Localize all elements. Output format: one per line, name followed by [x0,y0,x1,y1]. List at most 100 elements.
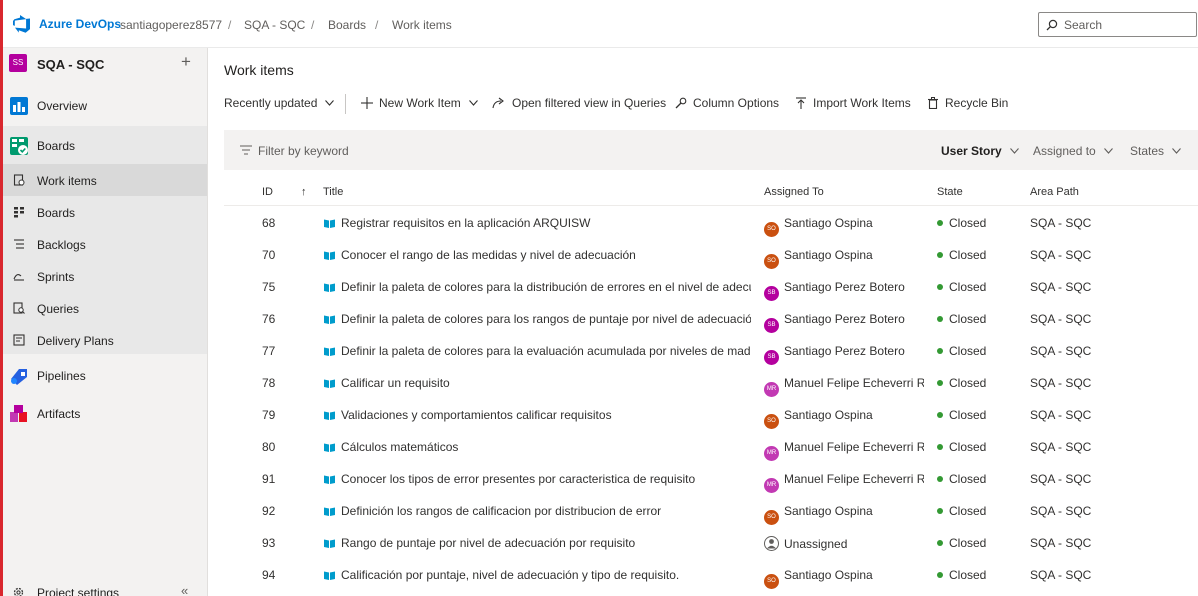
assignee-avatar: MR [764,478,779,493]
column-header-title[interactable]: Title [323,186,343,198]
filter-keyword-input[interactable] [258,142,558,159]
sort-ascending-icon[interactable]: ↑ [301,186,307,198]
breadcrumb-boards[interactable]: Boards [328,18,366,32]
sidebar-item-label: Delivery Plans [37,334,114,348]
assignee-name: Santiago Ospina [784,248,873,262]
search-input[interactable] [1064,16,1192,34]
sidebar-item-boards-sub[interactable]: Boards [3,196,207,228]
add-icon[interactable]: + [181,52,191,72]
board-grid-icon [14,207,24,218]
column-options-button[interactable]: Column Options [675,96,779,110]
sidebar-item-pipelines[interactable]: Pipelines [3,356,207,394]
work-item-title[interactable]: Calificar un requisito [324,376,751,390]
table-row[interactable]: 75 Definir la paleta de colores para la d… [224,270,1198,302]
user-story-icon [324,251,335,260]
work-item-title[interactable]: Registrar requisitos en la aplicación AR… [324,216,751,230]
sidebar-item-delivery-plans[interactable]: Delivery Plans [3,324,207,356]
work-item-title[interactable]: Definición los rangos de calificacion po… [324,504,751,518]
table-row[interactable]: 91 Conocer los tipos de error presentes p… [224,462,1198,494]
state-closed-icon [937,284,943,290]
backlogs-icon [14,239,24,249]
work-item-title-text: Calificar un requisito [341,376,450,390]
breadcrumb-separator: / [228,18,232,32]
sidebar-item-queries[interactable]: Queries [3,292,207,324]
work-item-title[interactable]: Definir la paleta de colores para los ra… [324,312,751,326]
assigned-to-filter[interactable]: Assigned to [1033,144,1113,158]
work-item-title[interactable]: Cálculos matemáticos [324,440,751,454]
breadcrumb-project[interactable]: SQA - SQC [244,18,305,32]
table-row[interactable]: 92 Definición los rangos de calificacion … [224,494,1198,526]
state-label: Closed [949,312,987,326]
import-work-items-button[interactable]: Import Work Items [795,96,911,110]
brand-name[interactable]: Azure DevOps [39,17,121,31]
column-header-assigned-to[interactable]: Assigned To [764,186,824,198]
work-item-assignee: MR Manuel Felipe Echeverri R... [764,376,924,397]
state-closed-icon [937,572,943,578]
sidebar-item-sprints[interactable]: Sprints [3,260,207,292]
recycle-bin-button[interactable]: Recycle Bin [927,96,1008,110]
work-item-assignee: SO Santiago Ospina [764,248,924,269]
sidebar-item-boards[interactable]: Boards [3,126,207,164]
table-row[interactable]: 80 Cálculos matemáticos MR Manuel Felipe Ec… [224,430,1198,462]
search-box[interactable] [1038,12,1197,37]
breadcrumb-work-items[interactable]: Work items [392,18,452,32]
sidebar-item-artifacts[interactable]: Artifacts [3,394,207,432]
sidebar-item-work-items[interactable]: Work items [3,164,207,196]
table-row[interactable]: 79 Validaciones y comportamientos calific… [224,398,1198,430]
work-item-title[interactable]: Definir la paleta de colores para la dis… [324,280,751,294]
table-row[interactable]: 77 Definir la paleta de colores para la e… [224,334,1198,366]
states-filter[interactable]: States [1130,144,1181,158]
project-settings-label: Project settings [37,586,120,596]
state-closed-icon [937,540,943,546]
assignee-avatar: SO [764,222,779,237]
work-item-assignee: SB Santiago Perez Botero [764,344,924,365]
work-item-title[interactable]: Definir la paleta de colores para la eva… [324,344,751,358]
work-item-area-path: SQA - SQC [1030,344,1092,358]
sidebar-item-label: Boards [37,206,76,220]
table-row[interactable]: 78 Calificar un requisito MR Manuel Felipe … [224,366,1198,398]
work-item-assignee: SO Santiago Ospina [764,504,924,525]
table-row[interactable]: 94 Calificación por puntaje, nivel de ade… [224,558,1198,590]
collapse-sidebar-icon[interactable]: « [181,583,188,596]
sidebar-item-backlogs[interactable]: Backlogs [3,228,207,260]
chevron-down-icon [1172,148,1181,154]
chevron-down-icon [1009,148,1019,154]
work-item-type-filter[interactable]: User Story [941,144,1019,158]
table-row[interactable]: 93 Rango de puntaje por nivel de adecuaci… [224,526,1198,558]
work-item-title[interactable]: Validaciones y comportamientos calificar… [324,408,751,422]
new-work-item-button[interactable]: New Work Item [361,96,478,110]
recently-updated-dropdown[interactable]: Recently updated [224,96,335,110]
state-label: Closed [949,280,987,294]
table-row[interactable]: 68 Registrar requisitos en la aplicación … [224,206,1198,238]
breadcrumb-org[interactable]: santiagoperez8577 [120,18,222,32]
work-item-area-path: SQA - SQC [1030,568,1092,582]
work-item-title[interactable]: Calificación por puntaje, nivel de adecu… [324,568,751,582]
user-story-icon [324,411,335,420]
toolbar: Recently updated New Work Item Open filt… [224,94,1184,114]
chevron-down-icon [1103,148,1113,154]
column-header-area-path[interactable]: Area Path [1030,186,1079,198]
column-header-id[interactable]: ID [262,186,273,198]
table-row[interactable]: 76 Definir la paleta de colores para los … [224,302,1198,334]
sidebar-item-overview[interactable]: Overview [3,86,207,124]
state-closed-icon [937,316,943,322]
work-item-title[interactable]: Rango de puntaje por nivel de adecuación… [324,536,751,550]
state-label: Closed [949,504,987,518]
work-item-title[interactable]: Conocer los tipos de error presentes por… [324,472,751,486]
unassigned-avatar-icon [764,536,779,551]
project-header[interactable]: SS SQA - SQC + [3,48,207,80]
sidebar-item-label: Sprints [37,270,75,284]
project-settings[interactable]: Project settings « [3,580,207,596]
work-item-assignee: SO Santiago Ospina [764,568,924,589]
assigned-to-filter-label: Assigned to [1033,144,1096,158]
table-row[interactable]: 70 Conocer el rango de las medidas y nive… [224,238,1198,270]
column-header-state[interactable]: State [937,186,963,198]
main-content: Work items Recently updated New Work Ite… [209,48,1198,596]
work-item-title[interactable]: Conocer el rango de las medidas y nivel … [324,248,751,262]
open-in-queries-button[interactable]: Open filtered view in Queries [492,96,666,110]
azure-devops-logo-icon[interactable] [13,15,31,33]
queries-icon [13,302,25,314]
user-story-icon [324,283,335,292]
project-name[interactable]: SQA - SQC [37,57,104,72]
user-story-icon [324,219,335,228]
